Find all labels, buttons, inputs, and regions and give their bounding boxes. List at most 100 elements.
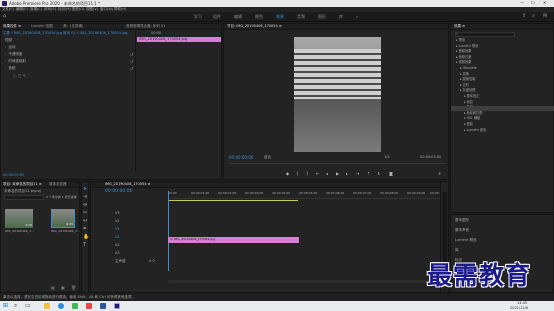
trash-icon[interactable]: 🗑 <box>71 286 76 290</box>
menu-edit[interactable]: 编辑(E) <box>16 7 28 12</box>
premiere-icon[interactable] <box>114 303 120 309</box>
effects-list-item[interactable]: ▸ 变换 <box>460 72 469 76</box>
effect-controls-timecode[interactable]: 00:00:00:00 <box>3 173 24 178</box>
menu-marker[interactable]: 标记(M) <box>58 7 71 12</box>
search-icon[interactable]: ⌕ <box>532 14 535 19</box>
source-row[interactable]: 主要 * IMG_20190406_170054.jpg <box>3 31 62 36</box>
selection-tool-icon[interactable]: ➤ <box>83 187 87 192</box>
workspace-more[interactable]: » <box>356 15 358 19</box>
effects-list-item[interactable]: ▸ 色轮和匹配 <box>464 111 483 115</box>
camera-icon[interactable]: ◙ <box>389 172 393 176</box>
slip-tool-icon[interactable]: ↔ <box>83 219 87 224</box>
minimize-icon[interactable]: — <box>520 1 524 5</box>
playhead[interactable] <box>168 191 169 271</box>
in-point-icon[interactable]: { <box>296 172 299 176</box>
task-view-icon[interactable]: ▭ <box>25 302 31 309</box>
tab-program[interactable]: 节目: IMG_20190406_170054 ≡ <box>227 24 282 29</box>
effects-list-item[interactable]: ▸ 灰度处理 <box>460 89 475 92</box>
type-tool-icon[interactable]: T <box>83 243 86 248</box>
expand-icon[interactable]: › <box>5 66 6 70</box>
timeline-scrollbar[interactable] <box>168 280 438 283</box>
expand-icon[interactable]: › <box>5 52 6 56</box>
new-item-icon[interactable]: ▣ <box>61 286 65 290</box>
effects-list-item[interactable]: ▸ 视频效果 <box>456 61 471 64</box>
app-icon[interactable] <box>72 303 78 309</box>
project-search-input[interactable] <box>4 195 44 200</box>
go-to-out-icon[interactable]: ⇥ <box>356 172 359 176</box>
step-back-icon[interactable]: ◂ <box>326 172 328 176</box>
mask-tools[interactable]: ○ □ ✎ <box>13 74 26 78</box>
menu-graphics[interactable]: 图形(G) <box>72 7 84 12</box>
tab-libraries[interactable]: 库 <box>339 15 343 19</box>
maximize-icon[interactable]: ☐ <box>531 1 535 5</box>
effects-list-item[interactable]: ▸ 图像控制 <box>460 77 475 81</box>
marker-icon[interactable]: ◆ <box>286 172 289 176</box>
reset-icon[interactable]: ↺ <box>130 53 133 57</box>
menu-clip[interactable]: 剪辑(C) <box>30 7 42 12</box>
share-icon[interactable]: ⇪ <box>522 14 526 19</box>
new-bin-icon[interactable]: ▦ <box>51 286 55 290</box>
fit-dropdown[interactable]: 适合 <box>264 155 271 160</box>
effects-list-item[interactable]: ▸ 创意 <box>464 100 473 104</box>
windows-start-icon[interactable]: ⊞ <box>3 302 8 309</box>
tab-graphics[interactable]: 图形 <box>318 15 326 19</box>
tab-lumetri-scopes[interactable]: Lumetri 范围 <box>31 24 53 29</box>
work-area-bar[interactable] <box>168 200 298 201</box>
app-icon[interactable] <box>86 303 92 309</box>
track-select-icon[interactable]: ⇥ <box>83 195 87 200</box>
section-motion[interactable]: › 运动 <box>5 45 15 50</box>
effects-list-item[interactable]: ▸ 过时 <box>460 83 469 87</box>
program-scrubber[interactable] <box>229 163 445 164</box>
lift-icon[interactable]: ⇡ <box>367 172 370 176</box>
quality-dropdown[interactable]: 1/2 <box>384 155 390 160</box>
notification-icon[interactable]: ✉ <box>543 14 547 19</box>
tab-effects[interactable]: 效果 <box>276 15 284 19</box>
tab-source[interactable]: 源：(无剪辑) <box>63 24 83 29</box>
step-forward-icon[interactable]: ▸ <box>346 172 348 176</box>
panel-essential-sound[interactable]: 基本声音 <box>455 228 469 233</box>
effects-list-item[interactable]: ▸ 音频过渡 <box>456 55 471 59</box>
program-timecode-left[interactable]: 00:00:00:00 <box>229 156 253 160</box>
effects-list-item[interactable]: ▸ 预设 <box>456 38 465 42</box>
effects-list-item[interactable]: ▸ 音频效果 <box>456 49 471 53</box>
section-opacity[interactable]: › 不透明度 <box>5 52 22 57</box>
browser-icon[interactable] <box>58 303 64 309</box>
expand-icon[interactable]: › <box>5 45 6 49</box>
clip-row[interactable]: 序列 01 * IMG_20190406_170054.jpg <box>63 31 128 36</box>
tab-audio-mixer[interactable]: 音频剪辑混合器: 序列 01 <box>126 24 165 29</box>
effects-list-item[interactable]: ▸ 晕影 <box>464 122 473 126</box>
effects-list-item[interactable]: ▸ Lumetri 预设 <box>456 44 478 48</box>
project-item[interactable]: 4:29 <box>5 209 33 228</box>
effects-search-input[interactable] <box>455 32 515 37</box>
reset-icon[interactable]: ↺ <box>130 60 133 64</box>
hand-tool-icon[interactable]: ✋ <box>83 235 89 240</box>
effects-list-item[interactable]: ▸ Lumetri 颜色 <box>464 128 486 132</box>
effects-list-item[interactable]: ▸ 基本校正 <box>464 94 479 98</box>
section-audio[interactable]: › 音频 <box>5 66 15 71</box>
add-button-icon[interactable]: + <box>438 172 441 176</box>
out-point-icon[interactable]: } <box>306 172 309 176</box>
tab-effects-panel[interactable]: 效果 ≡ <box>454 24 465 29</box>
project-item[interactable]: 4:29 <box>51 209 75 228</box>
expand-icon[interactable]: › <box>5 59 6 63</box>
pen-tool-icon[interactable]: ✒ <box>83 227 87 232</box>
tab-audio[interactable]: 音频 <box>297 15 305 19</box>
tab-editing[interactable]: 编辑 <box>234 15 242 19</box>
search-icon[interactable]: ⌕ <box>14 302 17 309</box>
tab-learn[interactable]: 学习 <box>194 15 202 19</box>
reset-icon[interactable]: ↺ <box>130 67 133 71</box>
razor-tool-icon[interactable]: ✂ <box>83 211 87 216</box>
menu-window[interactable]: 窗口(W) <box>100 7 113 12</box>
menu-view[interactable]: 视图(V) <box>86 7 98 12</box>
section-time-remap[interactable]: › 时间重映射 <box>5 59 26 64</box>
tab-timeline-sequence[interactable]: IMG_20190406_170054 ≡ <box>105 182 151 187</box>
go-to-in-icon[interactable]: ⇤ <box>316 172 319 176</box>
tab-assembly[interactable]: 组件 <box>213 15 221 19</box>
tab-media-browser[interactable]: 媒体浏览器 <box>49 182 67 187</box>
word-icon[interactable] <box>100 303 106 309</box>
extract-icon[interactable]: ⇞ <box>377 172 380 176</box>
tab-project[interactable]: 项目: 未命名的项目11 ≡ <box>3 182 42 187</box>
home-icon[interactable]: ⌂ <box>3 14 6 19</box>
panel-essential-graphics[interactable]: 基本图形 <box>455 218 469 223</box>
ripple-edit-icon[interactable]: ⇹ <box>83 203 87 208</box>
